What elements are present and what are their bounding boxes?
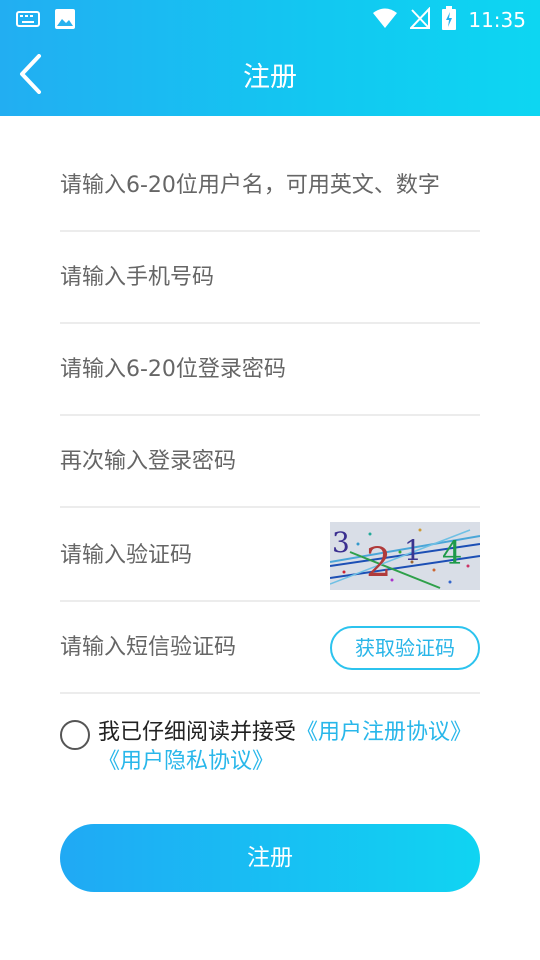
wifi-icon — [372, 7, 398, 33]
user-agreement-link[interactable]: 《用户注册协议》 — [296, 720, 472, 745]
header: 11:35 注册 — [0, 0, 540, 116]
confirm-password-field[interactable]: 再次输入登录密码 — [60, 416, 480, 508]
captcha-image[interactable]: 3 2 1 4 — [330, 522, 480, 590]
status-time: 11:35 — [468, 8, 526, 32]
get-sms-code-button[interactable]: 获取验证码 — [330, 626, 480, 670]
battery-charging-icon — [442, 6, 457, 34]
image-icon — [54, 8, 76, 34]
captcha-digit-4: 4 — [442, 534, 462, 572]
username-placeholder: 请输入6-20位用户名，可用英文、数字 — [60, 173, 440, 198]
status-bar: 11:35 — [0, 0, 540, 38]
keyboard-icon — [16, 10, 40, 32]
password-placeholder: 请输入6-20位登录密码 — [60, 357, 286, 382]
captcha-digit-1: 3 — [332, 526, 350, 559]
phone-field[interactable]: 请输入手机号码 — [60, 232, 480, 324]
username-field[interactable]: 请输入6-20位用户名，可用英文、数字 — [60, 140, 480, 232]
agree-checkbox[interactable] — [60, 720, 90, 750]
register-button[interactable]: 注册 — [60, 824, 480, 892]
captcha-field[interactable]: 请输入验证码 — [60, 510, 192, 602]
captcha-digit-3: 1 — [404, 534, 422, 567]
confirm-password-placeholder: 再次输入登录密码 — [60, 449, 237, 474]
password-field[interactable]: 请输入6-20位登录密码 — [60, 324, 480, 416]
agreement-text: 我已仔细阅读并接受《用户注册协议》《用户隐私协议》 — [98, 718, 488, 776]
page-title: 注册 — [243, 62, 297, 93]
privacy-agreement-link[interactable]: 《用户隐私协议》 — [98, 749, 274, 774]
no-signal-icon — [409, 6, 431, 33]
sms-code-field[interactable]: 请输入短信验证码 — [60, 602, 236, 694]
phone-placeholder: 请输入手机号码 — [60, 265, 215, 290]
sms-row: 请输入短信验证码 获取验证码 — [60, 602, 480, 694]
captcha-row: 请输入验证码 3 2 1 4 — [60, 510, 480, 602]
captcha-digit-2: 2 — [366, 540, 391, 586]
agreement-prefix: 我已仔细阅读并接受 — [98, 720, 297, 745]
